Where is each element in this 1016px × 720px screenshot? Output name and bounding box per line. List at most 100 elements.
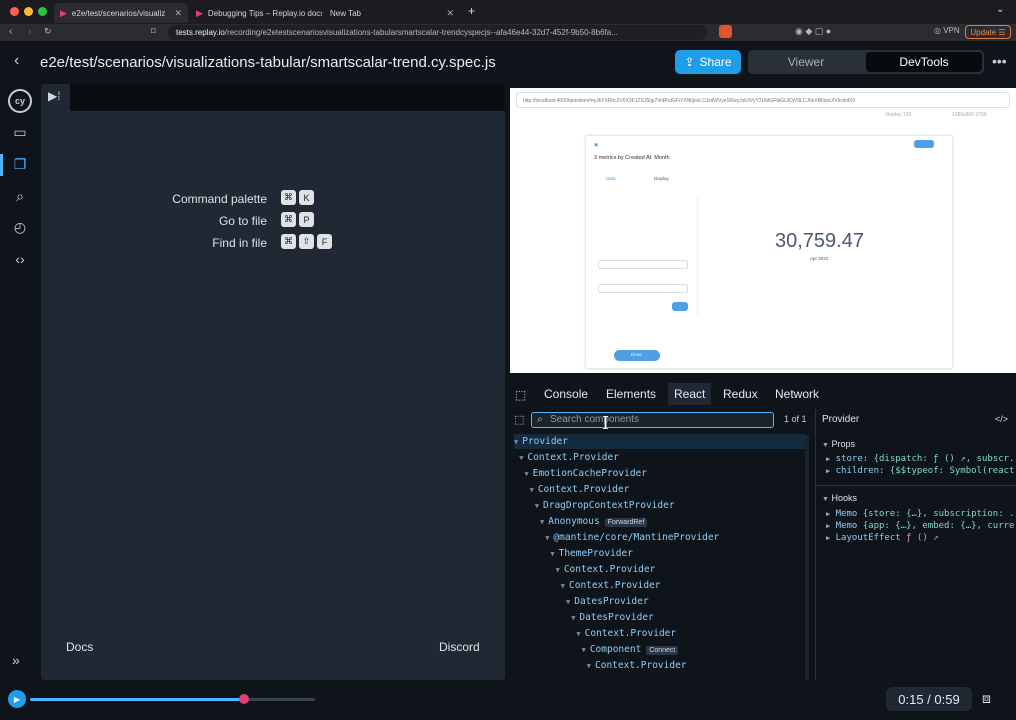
- hook-row[interactable]: ▶ LayoutEffect ƒ () ↗: [826, 533, 1014, 543]
- tab-react[interactable]: React: [668, 383, 712, 405]
- tree-node[interactable]: ▼ ThemeProvider: [550, 546, 633, 561]
- share-button[interactable]: ⇪ Share: [675, 50, 741, 74]
- tree-node[interactable]: ▼ Anonymous ForwardRef: [540, 514, 648, 529]
- share-icon: ⇪: [684, 55, 695, 69]
- tree-node-label: Context.Provider: [527, 452, 619, 463]
- update-button[interactable]: Update ☰: [965, 25, 1011, 39]
- bookmark-icon[interactable]: ⌑: [151, 26, 156, 37]
- more-options-icon[interactable]: •••: [992, 53, 1007, 69]
- url-field[interactable]: tests.replay.io/recording/e2etestscenari…: [168, 25, 708, 40]
- tree-node[interactable]: ▼ EmotionCacheProvider: [524, 466, 647, 481]
- chevron-down-icon[interactable]: ▼: [540, 518, 544, 526]
- component-inspector: Provider </> ▼ Props ▶ store: {dispatch:…: [815, 409, 1016, 680]
- chevron-down-icon[interactable]: ▼: [514, 438, 518, 446]
- tree-node[interactable]: ▼ DatesProvider: [571, 610, 654, 625]
- comments-icon[interactable]: ▭: [8, 120, 32, 144]
- chevron-down-icon[interactable]: ▼: [587, 662, 591, 670]
- tree-node[interactable]: ▼ DragDropContextProvider: [535, 498, 675, 513]
- go-to-file-label: Go to file: [218, 214, 267, 228]
- key: ⌘: [281, 190, 296, 205]
- view-source-icon[interactable]: </>: [995, 414, 1008, 424]
- pause-points-icon[interactable]: ◴: [8, 215, 32, 239]
- docs-link[interactable]: Docs: [66, 640, 93, 654]
- tab-elements[interactable]: Elements: [606, 387, 656, 401]
- props-section-header[interactable]: ▼ Props: [822, 439, 855, 449]
- go-to-file-shortcut: ⌘ P: [281, 212, 314, 228]
- hooks-section-header[interactable]: ▼ Hooks: [822, 493, 857, 503]
- minimize-window-icon[interactable]: [24, 7, 33, 16]
- chevron-down-icon[interactable]: ▼: [576, 630, 580, 638]
- tree-node[interactable]: ▼ Context.Provider: [587, 658, 687, 673]
- close-window-icon[interactable]: [10, 7, 19, 16]
- preview-select: [598, 260, 688, 269]
- chevron-down-icon[interactable]: ▼: [550, 550, 554, 558]
- tree-scrollbar[interactable]: [805, 435, 809, 680]
- timeline-thumb[interactable]: [238, 694, 249, 704]
- chevron-down-icon[interactable]: ▼: [530, 486, 534, 494]
- tree-node[interactable]: ▼ DatesProvider: [566, 594, 649, 609]
- chevron-down-icon[interactable]: ▼: [571, 614, 575, 622]
- maximize-window-icon[interactable]: [38, 7, 47, 16]
- video-preview[interactable]: http://localhost:4000/question#eyJkYXRhc…: [510, 88, 1016, 373]
- back-nav-icon[interactable]: ‹: [9, 26, 12, 37]
- chevron-down-icon[interactable]: ▼: [545, 534, 549, 542]
- tree-node[interactable]: ▼ Context.Provider: [530, 482, 630, 497]
- find-in-file-shortcut: ⌘ ⇧ F: [281, 234, 332, 250]
- component-tree: ⬚ ⌕ Search components 1 of 1 ▼ Provider ▼ C…: [510, 409, 812, 680]
- tree-node[interactable]: ▼ Provider: [514, 434, 805, 449]
- browser-tab-replay[interactable]: ▶ e2e/test/scenarios/visualiz ✕: [54, 3, 188, 23]
- tree-node[interactable]: ▼ @mantine/core/MantineProvider: [545, 530, 719, 545]
- element-picker-icon[interactable]: ⬚: [515, 388, 526, 402]
- tab-console[interactable]: Console: [544, 387, 588, 401]
- brave-shield-icon[interactable]: [719, 25, 732, 38]
- extensions-icon[interactable]: ◉ ◆ ▢ ●: [795, 26, 831, 37]
- timeline-track[interactable]: [30, 698, 315, 701]
- tree-node[interactable]: ▼ Context.Provider: [561, 578, 661, 593]
- tree-node[interactable]: ▼ Component Connect: [582, 642, 679, 657]
- tree-node[interactable]: ▼ Context.Provider: [576, 626, 676, 641]
- chevron-down-icon[interactable]: ▼: [519, 454, 523, 462]
- find-in-file-label: Find in file: [212, 236, 267, 250]
- close-tab-icon[interactable]: ✕: [440, 8, 454, 19]
- search-components-input[interactable]: ⌕ Search components: [531, 412, 774, 428]
- expand-sidebar-icon[interactable]: »: [12, 652, 20, 668]
- chevron-down-icon[interactable]: ▼: [556, 566, 560, 574]
- discord-link[interactable]: Discord: [439, 640, 480, 654]
- tree-node[interactable]: ▼ Context.Provider: [556, 562, 656, 577]
- forward-nav-icon[interactable]: ›: [28, 26, 31, 37]
- hook-row[interactable]: ▶ Memo {store: {…}, subscription: ...: [826, 509, 1014, 519]
- play-icon[interactable]: ▶: [8, 690, 26, 708]
- tree-node-label: DragDropContextProvider: [543, 500, 675, 511]
- chevron-down-icon[interactable]: ▼: [582, 646, 586, 654]
- cypress-icon[interactable]: cy: [8, 89, 32, 113]
- tab-redux[interactable]: Redux: [723, 387, 758, 401]
- browser-tab-docs[interactable]: ▶ Debugging Tips – Replay.io docs ✕: [190, 3, 322, 23]
- test-runner-icon[interactable]: ▶⁞: [48, 89, 61, 103]
- fullscreen-icon[interactable]: ⧈: [982, 690, 991, 707]
- back-icon[interactable]: ‹: [14, 52, 19, 70]
- code-icon[interactable]: ‹›: [8, 247, 32, 271]
- chevron-down-icon[interactable]: ▼: [561, 582, 565, 590]
- chevron-down-icon[interactable]: ▼: [566, 598, 570, 606]
- hook-row[interactable]: ▶ Memo {app: {…}, embed: {…}, curre...: [826, 521, 1014, 531]
- inspect-component-icon[interactable]: ⬚: [514, 413, 524, 426]
- new-tab-icon[interactable]: +: [468, 4, 475, 18]
- prop-row[interactable]: ▶ store: {dispatch: ƒ () ↗, subscr...: [826, 454, 1014, 464]
- tab-list-icon[interactable]: ⌄: [996, 4, 1004, 15]
- browser-tab-bar: ▶ e2e/test/scenarios/visualiz ✕ ▶ Debugg…: [0, 0, 1016, 24]
- tree-node[interactable]: ▼ Context.Provider: [519, 450, 619, 465]
- viewer-mode-button[interactable]: Viewer: [748, 50, 864, 74]
- chevron-down-icon[interactable]: ▼: [524, 470, 528, 478]
- tab-network[interactable]: Network: [775, 387, 819, 401]
- close-tab-icon[interactable]: ✕: [168, 8, 182, 19]
- prop-row[interactable]: ▶ children: {$$typeof: Symbol(react...: [826, 466, 1014, 476]
- reload-icon[interactable]: ↻: [44, 26, 52, 37]
- browser-tab-new[interactable]: New Tab ✕: [324, 3, 460, 23]
- editor-tab-strip: [70, 84, 505, 111]
- source-files-icon[interactable]: ❐: [8, 152, 32, 176]
- chevron-down-icon[interactable]: ▼: [535, 502, 539, 510]
- vpn-label[interactable]: ◎ VPN: [934, 26, 960, 35]
- devtools-mode-button[interactable]: DevTools: [866, 52, 982, 72]
- search-icon[interactable]: ⌕: [8, 184, 32, 208]
- key: ⌘: [281, 234, 296, 249]
